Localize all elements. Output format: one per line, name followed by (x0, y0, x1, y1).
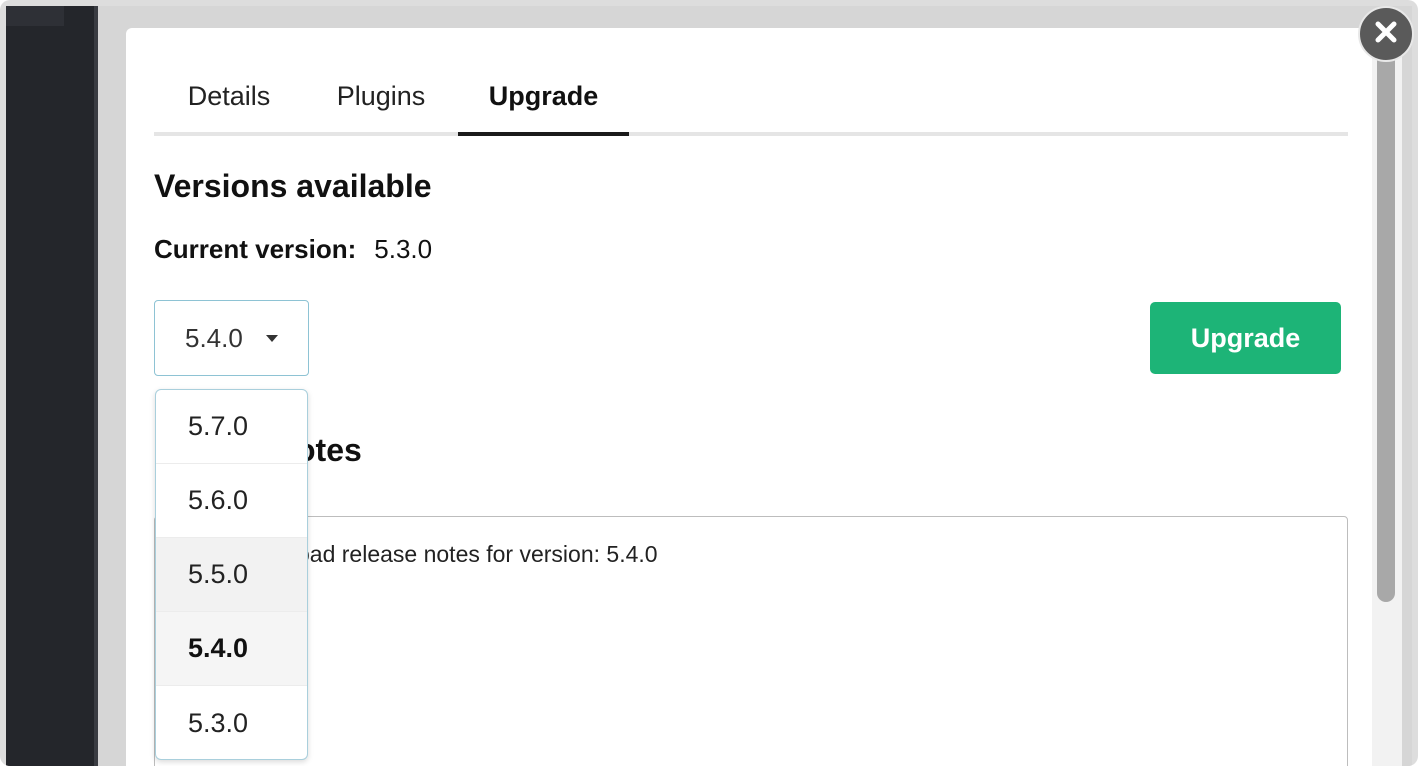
tab-plugins[interactable]: Plugins (304, 60, 458, 132)
version-option-label: 5.3.0 (188, 707, 249, 738)
version-option-label: 5.5.0 (188, 559, 249, 589)
current-version-row: Current version: 5.3.0 (154, 234, 432, 265)
version-option[interactable]: 5.3.0 (156, 686, 307, 759)
version-option-label: 5.4.0 (188, 633, 249, 663)
tab-label: Plugins (336, 80, 426, 111)
close-icon (1374, 20, 1398, 49)
version-option[interactable]: 5.7.0 (156, 390, 307, 464)
current-version-label: Current version: (154, 234, 357, 264)
background-app-sidebar (6, 6, 98, 766)
upgrade-button-label: Upgrade (1190, 322, 1301, 353)
versions-heading: Versions available (154, 168, 432, 204)
release-notes-box: oad release notes for version: 5.4.0 (154, 516, 1348, 766)
version-dropdown-menu: 5.7.0 5.6.0 5.5.0 5.4.0 5.3.0 (155, 389, 308, 760)
tab-upgrade[interactable]: Upgrade (458, 60, 629, 132)
close-button[interactable] (1358, 6, 1414, 62)
version-select[interactable]: 5.4.0 (154, 300, 309, 376)
tab-label: Details (187, 80, 271, 111)
modal-scrollbar-thumb[interactable] (1377, 52, 1395, 602)
current-version-value: 5.3.0 (374, 234, 433, 264)
version-option-selected[interactable]: 5.4.0 (156, 612, 307, 686)
background-tab-stub (6, 6, 64, 26)
tab-bar: Details Plugins Upgrade (154, 60, 1348, 136)
version-option-label: 5.7.0 (188, 411, 249, 441)
tab-label: Upgrade (488, 80, 599, 111)
tab-details[interactable]: Details (154, 60, 304, 132)
caret-down-icon (266, 335, 278, 342)
upgrade-button[interactable]: Upgrade (1150, 302, 1341, 374)
version-select-value: 5.4.0 (185, 322, 243, 353)
version-option[interactable]: 5.6.0 (156, 464, 307, 538)
active-tab-indicator (458, 132, 629, 136)
release-notes-text: oad release notes for version: 5.4.0 (297, 541, 658, 567)
app-frame: Details Plugins Upgrade Versions availab… (0, 0, 1418, 766)
version-option-hovered[interactable]: 5.5.0 (156, 538, 307, 612)
version-option-label: 5.6.0 (188, 485, 249, 515)
